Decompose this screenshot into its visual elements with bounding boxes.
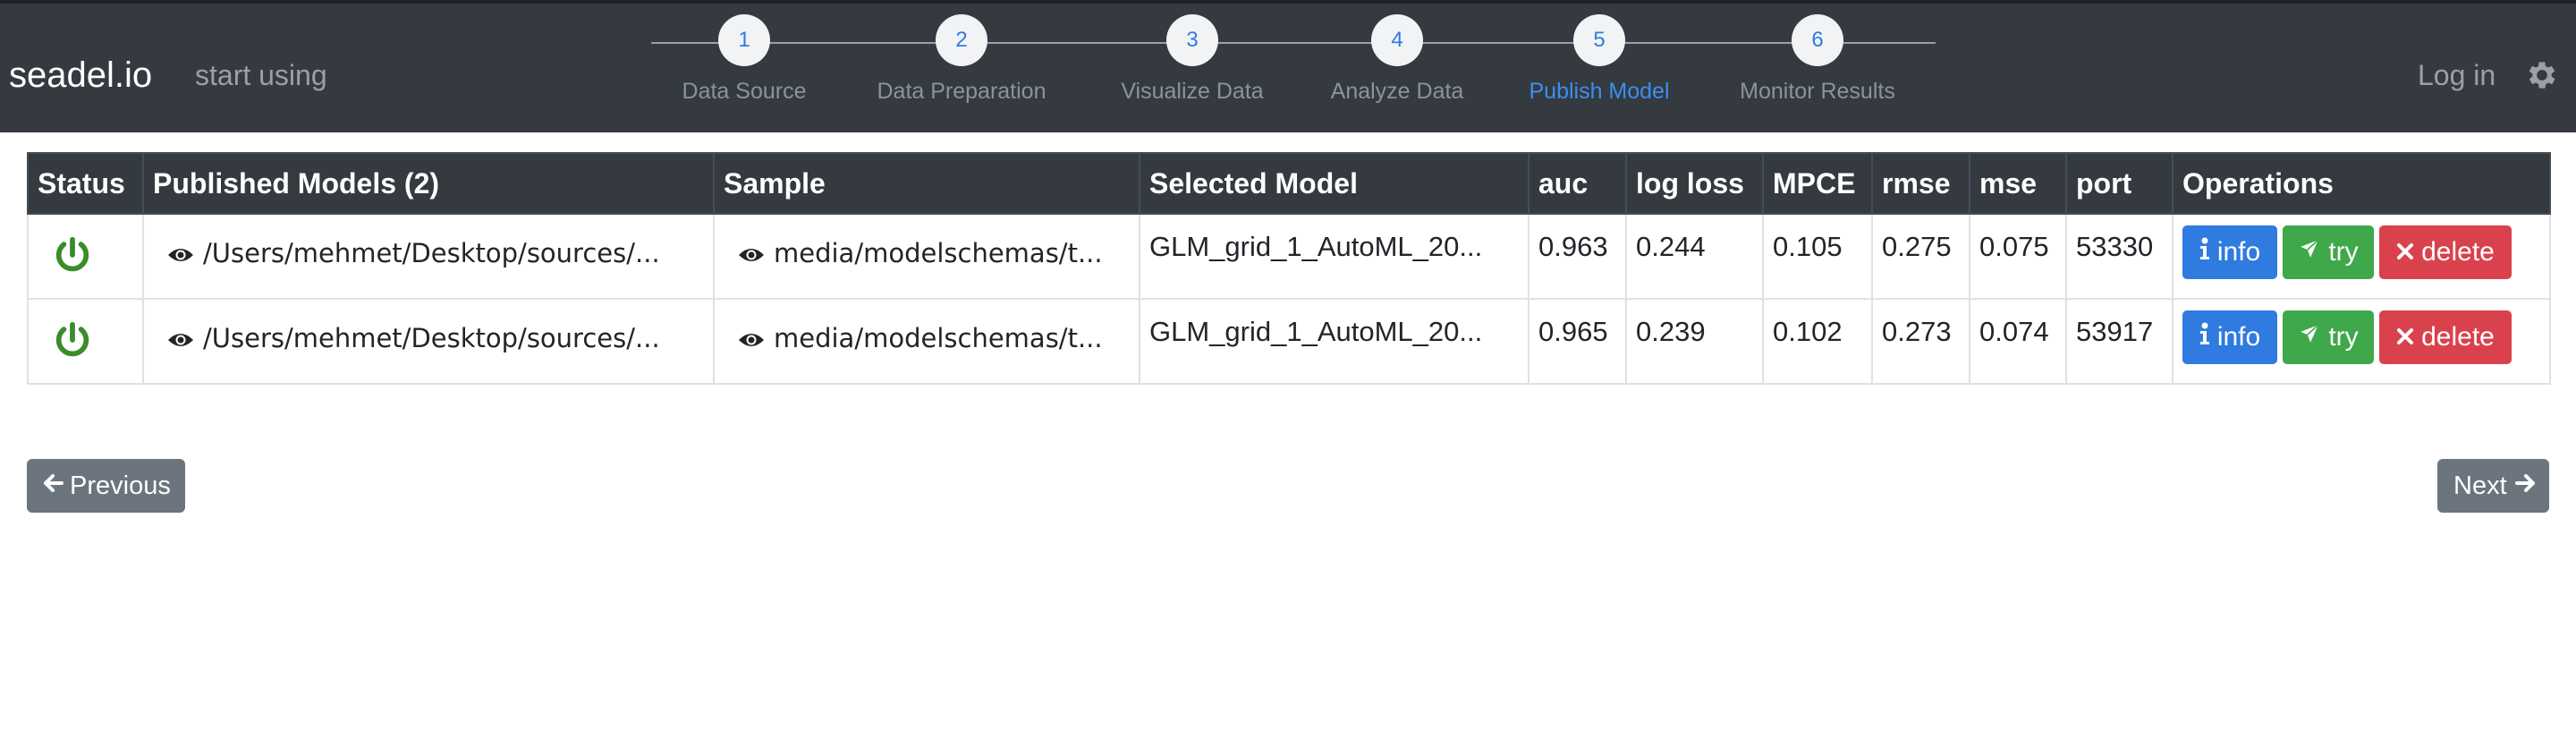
selected-model-value: GLM_grid_1_AutoML_20...	[1139, 213, 1530, 300]
eye-icon	[738, 330, 765, 350]
port-value: 53330	[2065, 213, 2174, 300]
model-path-link[interactable]: /Users/mehmet/Desktop/sources/...	[203, 238, 660, 268]
header-sample: Sample	[713, 152, 1140, 215]
workflow-stepper: 1 Data Source 2 Data Preparation 3 Visua…	[651, 4, 1936, 136]
status-cell	[27, 213, 144, 300]
step-number: 1	[718, 14, 770, 66]
header-rmse: rmse	[1871, 152, 1970, 215]
rmse-value: 0.275	[1871, 213, 1970, 300]
power-icon[interactable]	[52, 321, 93, 367]
step-number: 2	[936, 14, 987, 66]
status-cell	[27, 298, 144, 385]
log-loss-value: 0.239	[1625, 298, 1764, 385]
try-label: try	[2328, 237, 2359, 267]
header-auc: auc	[1528, 152, 1627, 215]
delete-button[interactable]: delete	[2379, 225, 2512, 279]
info-button[interactable]: info	[2182, 225, 2277, 279]
model-path-cell: /Users/mehmet/Desktop/sources/...	[142, 298, 715, 385]
delete-button[interactable]: delete	[2379, 310, 2512, 364]
close-icon	[2396, 322, 2414, 353]
operations-cell: info try delete	[2172, 213, 2551, 300]
operations-cell: info try delete	[2172, 298, 2551, 385]
info-icon	[2199, 237, 2210, 268]
info-label: info	[2216, 237, 2261, 267]
brand-logo[interactable]: seadel.io	[9, 54, 152, 97]
top-navbar: seadel.io start using 1 Data Source 2 Da…	[0, 0, 2576, 132]
mpce-value: 0.102	[1762, 298, 1873, 385]
header-port: port	[2065, 152, 2174, 215]
header-mpce: MPCE	[1762, 152, 1873, 215]
header-status: Status	[27, 152, 144, 215]
try-label: try	[2328, 322, 2359, 352]
selected-model-value: GLM_grid_1_AutoML_20...	[1139, 298, 1530, 385]
mpce-value: 0.105	[1762, 213, 1873, 300]
eye-icon	[738, 245, 765, 265]
header-operations: Operations	[2172, 152, 2551, 215]
auc-value: 0.963	[1528, 213, 1627, 300]
start-using-link[interactable]: start using	[195, 57, 327, 93]
rmse-value: 0.273	[1871, 298, 1970, 385]
next-label: Next	[2453, 471, 2507, 500]
close-icon	[2396, 237, 2414, 268]
step-number: 6	[1792, 14, 1843, 66]
arrow-left-icon	[43, 471, 64, 501]
auc-value: 0.965	[1528, 298, 1627, 385]
header-mse: mse	[1969, 152, 2067, 215]
step-number: 4	[1371, 14, 1423, 66]
try-button[interactable]: try	[2283, 310, 2374, 364]
arrow-right-icon	[2514, 471, 2536, 501]
sample-link[interactable]: media/modelschemas/t...	[774, 238, 1103, 268]
model-path-cell: /Users/mehmet/Desktop/sources/...	[142, 213, 715, 300]
stepper-line	[651, 42, 1936, 44]
step-label: Monitor Results	[1740, 79, 1895, 104]
sample-link[interactable]: media/modelschemas/t...	[774, 323, 1103, 353]
delete-label: delete	[2421, 322, 2495, 352]
previous-label: Previous	[70, 471, 171, 500]
step-number: 5	[1573, 14, 1625, 66]
gear-icon[interactable]	[2524, 57, 2560, 93]
header-log-loss: log loss	[1625, 152, 1764, 215]
next-button[interactable]: Next	[2437, 459, 2549, 513]
header-selected-model: Selected Model	[1139, 152, 1530, 215]
port-value: 53917	[2065, 298, 2174, 385]
eye-icon	[167, 245, 194, 265]
power-icon[interactable]	[52, 236, 93, 282]
mse-value: 0.074	[1969, 298, 2067, 385]
published-models-table: Status Published Models (2) Sample Selec…	[27, 152, 2551, 385]
try-button[interactable]: try	[2283, 225, 2374, 279]
eye-icon	[167, 330, 194, 350]
sample-cell: media/modelschemas/t...	[713, 213, 1140, 300]
mse-value: 0.075	[1969, 213, 2067, 300]
info-label: info	[2216, 322, 2261, 352]
table-row: /Users/mehmet/Desktop/sources/... media/…	[27, 213, 2551, 300]
login-link[interactable]: Log in	[2418, 57, 2496, 93]
plane-icon	[2298, 237, 2321, 268]
plane-icon	[2298, 322, 2321, 353]
info-button[interactable]: info	[2182, 310, 2277, 364]
table-row: /Users/mehmet/Desktop/sources/... media/…	[27, 298, 2551, 385]
header-published-models: Published Models (2)	[142, 152, 715, 215]
table-header-row: Status Published Models (2) Sample Selec…	[27, 152, 2551, 215]
delete-label: delete	[2421, 237, 2495, 267]
previous-button[interactable]: Previous	[27, 459, 185, 513]
info-icon	[2199, 322, 2210, 353]
log-loss-value: 0.244	[1625, 213, 1764, 300]
sample-cell: media/modelschemas/t...	[713, 298, 1140, 385]
step-number: 3	[1166, 14, 1218, 66]
model-path-link[interactable]: /Users/mehmet/Desktop/sources/...	[203, 323, 660, 353]
